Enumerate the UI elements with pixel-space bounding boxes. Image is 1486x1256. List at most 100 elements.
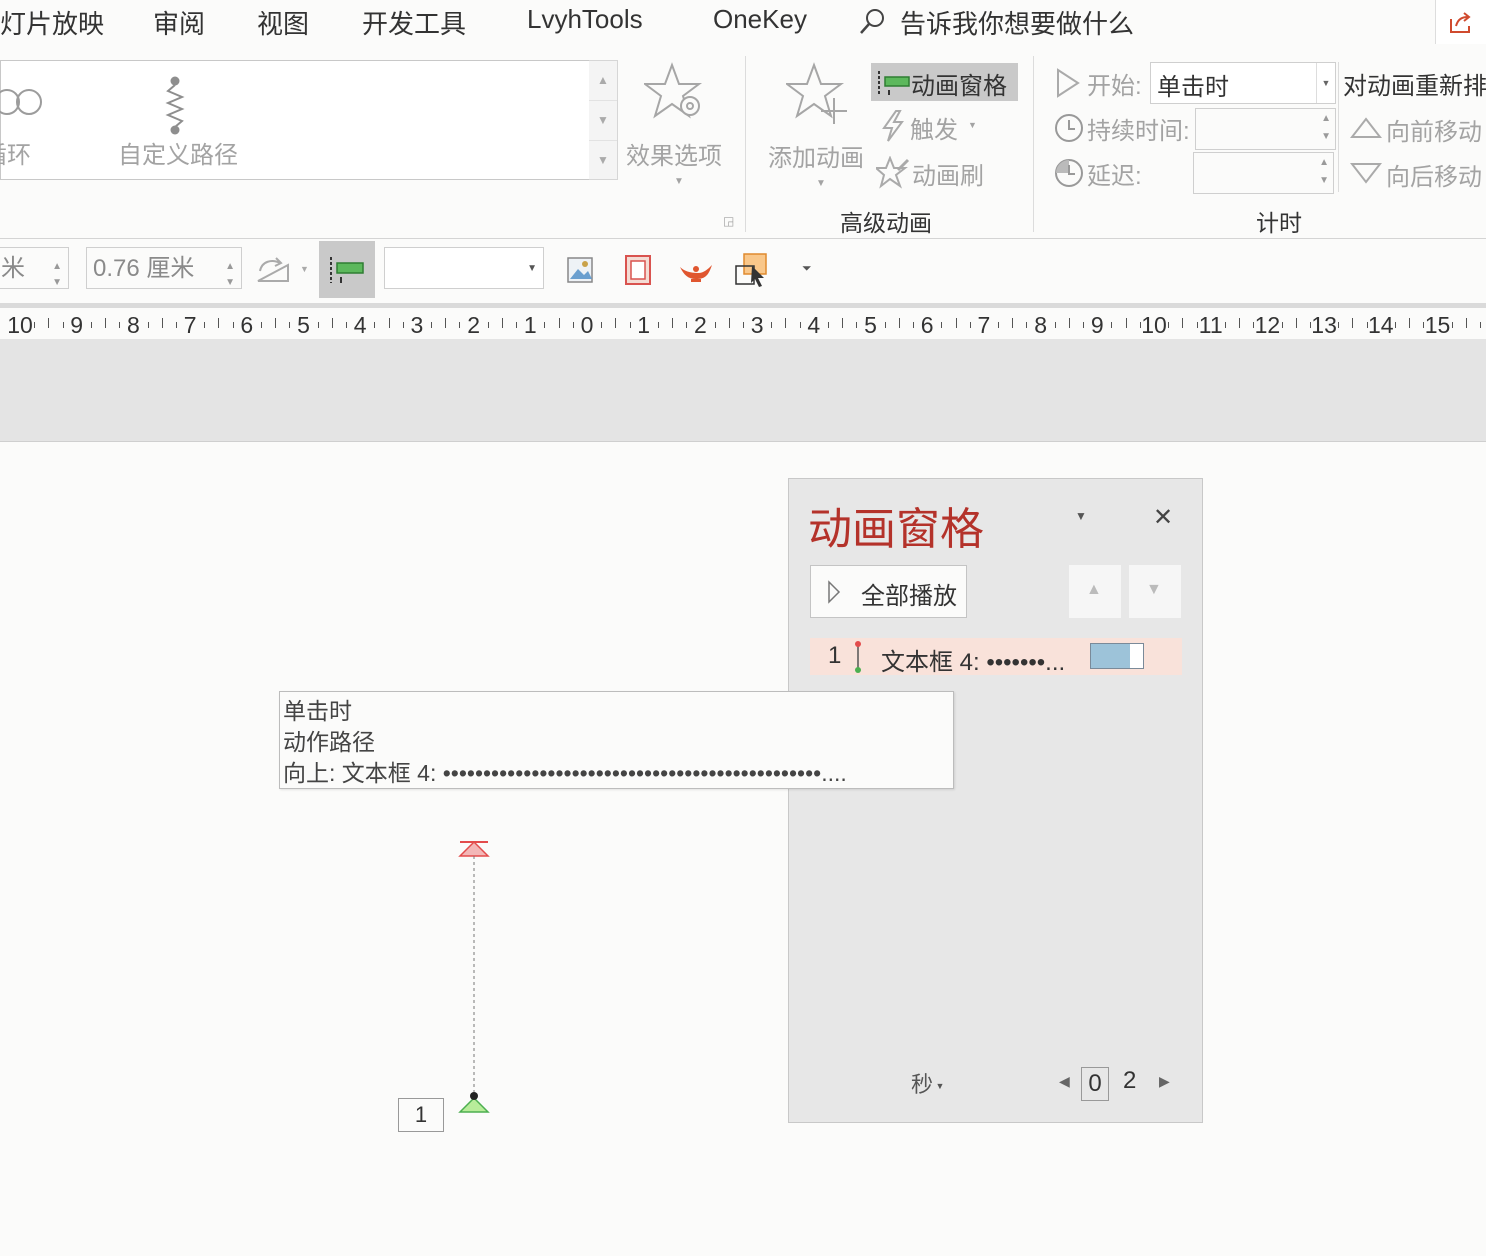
gallery-more[interactable]: ▼ bbox=[589, 141, 617, 180]
move-down-button[interactable]: ▼ bbox=[1129, 565, 1181, 618]
ruler-tick bbox=[374, 322, 376, 328]
animation-item-index: 1 bbox=[828, 642, 842, 669]
animation-pane-button[interactable]: 动画窗格 bbox=[871, 63, 1018, 101]
start-combo[interactable]: 单击时 ▼ bbox=[1150, 62, 1336, 104]
animation-pane-toggle[interactable] bbox=[319, 241, 375, 298]
dropdown-arrow-icon[interactable]: ▼ bbox=[527, 248, 537, 290]
share-icon bbox=[1450, 12, 1471, 33]
ruler-tick bbox=[785, 318, 787, 328]
select-object-icon[interactable] bbox=[734, 252, 770, 288]
ruler-tick bbox=[119, 322, 121, 328]
canvas-gray-area bbox=[0, 339, 1486, 442]
ruler-tick bbox=[1451, 322, 1453, 328]
time-scale-end: 2 bbox=[1123, 1067, 1137, 1094]
timeline-bar[interactable] bbox=[1090, 643, 1144, 669]
tab-onekey[interactable]: OneKey bbox=[713, 4, 807, 35]
ruler-tick bbox=[1281, 322, 1283, 328]
move-later-button[interactable]: 向后移动 bbox=[1348, 155, 1486, 191]
chevron-down-icon: ▼ bbox=[1146, 581, 1162, 598]
tab-developer[interactable]: 开发工具 bbox=[362, 4, 466, 41]
toolbar-overflow-icon[interactable]: ⏷ bbox=[802, 261, 812, 276]
scroll-right-icon[interactable]: ▶ bbox=[1159, 1073, 1170, 1090]
pane-options-icon[interactable]: ▼ bbox=[1075, 509, 1087, 523]
ruler-tick bbox=[388, 318, 390, 328]
timing-group-label: 计时 bbox=[1256, 210, 1302, 236]
ruler-tick bbox=[1068, 318, 1070, 328]
spin-down-icon[interactable]: ▼ bbox=[1321, 131, 1331, 142]
ruler-tick bbox=[672, 318, 674, 328]
add-animation-button[interactable]: 添加动画 ▼ bbox=[764, 58, 868, 189]
effect-options-button[interactable]: 效果选项 ▼ bbox=[622, 58, 732, 188]
ruler-label: 3 bbox=[410, 312, 424, 338]
magic-lamp-icon[interactable] bbox=[676, 257, 716, 283]
ruler-tick bbox=[331, 318, 333, 328]
animation-order-tag[interactable]: 1 bbox=[398, 1098, 444, 1132]
move-earlier-button[interactable]: 向前移动 bbox=[1348, 110, 1486, 146]
share-button[interactable] bbox=[1435, 0, 1486, 45]
ruler-label: 7 bbox=[977, 312, 991, 338]
spin-up-icon[interactable]: ▲ bbox=[1321, 113, 1331, 124]
spin-down-icon[interactable]: ▼ bbox=[225, 262, 235, 304]
play-all-label: 全部播放 bbox=[861, 583, 957, 610]
ruler-tick bbox=[346, 322, 348, 328]
trigger-label: 触发 bbox=[910, 117, 958, 144]
scroll-left-icon[interactable]: ◀ bbox=[1059, 1073, 1070, 1090]
ruler-tick bbox=[1409, 318, 1411, 328]
move-later-label: 向后移动 bbox=[1386, 164, 1482, 191]
height-input[interactable]: 0.76 厘米 ▲ ▼ bbox=[86, 247, 242, 289]
ruler-tick bbox=[48, 318, 50, 328]
add-animation-label: 添加动画 bbox=[768, 145, 864, 172]
spin-down-icon[interactable]: ▼ bbox=[1319, 175, 1329, 186]
close-icon[interactable]: ✕ bbox=[1153, 503, 1173, 532]
animation-pane-label: 动画窗格 bbox=[911, 73, 1007, 100]
start-combo-value: 单击时 bbox=[1157, 74, 1229, 101]
duration-spinner[interactable]: ▲ ▼ bbox=[1195, 108, 1336, 150]
tab-slideshow[interactable]: 灯片放映 bbox=[0, 4, 104, 41]
animation-list-item[interactable]: 1 文本框 4: •••••••... bbox=[810, 638, 1182, 676]
rotate-arrow-icon[interactable]: ▼ bbox=[300, 264, 309, 274]
rotate-icon[interactable] bbox=[254, 253, 294, 285]
gallery-scroll-up[interactable]: ▲ bbox=[589, 61, 617, 101]
delay-clock-icon bbox=[1055, 159, 1083, 187]
animation-pane-icon bbox=[878, 71, 910, 95]
animation-tooltip: 单击时 动作路径 向上: 文本框 4: ••••••••••••••••••••… bbox=[279, 691, 954, 789]
animation-pane: 动画窗格 ▼ ✕ 全部播放 ▲ ▼ 1 文本框 4: •••••••... 秒 … bbox=[788, 478, 1203, 1123]
ruler-tick bbox=[232, 322, 234, 328]
ruler-tick bbox=[941, 322, 943, 328]
trigger-button[interactable]: 触发 ▼ bbox=[876, 108, 986, 144]
animation-painter-button[interactable]: 动画刷 bbox=[876, 154, 1016, 190]
delay-spinner[interactable]: ▲ ▼ bbox=[1193, 152, 1334, 194]
tab-view[interactable]: 视图 bbox=[257, 4, 309, 41]
gallery-item-custom-path[interactable]: 自定义路径 bbox=[111, 71, 251, 171]
tab-review[interactable]: 审阅 bbox=[153, 4, 205, 41]
toolbar-dropdown[interactable]: ▼ bbox=[384, 247, 544, 289]
ruler-label: 4 bbox=[353, 312, 367, 338]
slide-canvas[interactable] bbox=[0, 442, 1486, 1256]
frame-icon[interactable] bbox=[624, 254, 652, 286]
ruler-tick bbox=[1125, 318, 1127, 328]
pane-title: 动画窗格 bbox=[808, 504, 984, 555]
spin-up-icon[interactable]: ▲ bbox=[1319, 157, 1329, 168]
ruler-label: 5 bbox=[297, 312, 310, 338]
ruler-tick bbox=[204, 322, 206, 328]
motion-path[interactable] bbox=[455, 836, 495, 1116]
tell-me-box[interactable]: 告诉我你想要做什么 bbox=[900, 4, 1134, 41]
start-combo-arrow-icon[interactable]: ▼ bbox=[1316, 63, 1335, 103]
tab-lvyhtools[interactable]: LvyhTools bbox=[527, 4, 643, 35]
width-input[interactable]: 米 ▲ ▼ bbox=[0, 247, 69, 289]
dialog-launcher-icon[interactable]: ◲ bbox=[723, 214, 734, 228]
spin-down-icon[interactable]: ▼ bbox=[52, 262, 62, 304]
picture-icon[interactable] bbox=[566, 255, 596, 285]
gallery-scroll-down[interactable]: ▼ bbox=[589, 101, 617, 141]
gallery-label-custom-path: 自定义路径 bbox=[118, 142, 238, 169]
ribbon-separator bbox=[745, 56, 746, 232]
move-up-button[interactable]: ▲ bbox=[1069, 565, 1121, 618]
play-all-button[interactable]: 全部播放 bbox=[810, 565, 967, 618]
gallery-scrollbar[interactable]: ▲ ▼ ▼ bbox=[589, 60, 618, 180]
move-earlier-label: 向前移动 bbox=[1386, 119, 1482, 146]
ruler-tick bbox=[260, 322, 262, 328]
ruler-label: 11 bbox=[1198, 312, 1223, 338]
ruler-tick bbox=[714, 322, 716, 328]
gallery-item-loop[interactable]: 循环 bbox=[0, 71, 61, 171]
time-unit-menu[interactable]: 秒 ▼ bbox=[911, 1067, 944, 1099]
